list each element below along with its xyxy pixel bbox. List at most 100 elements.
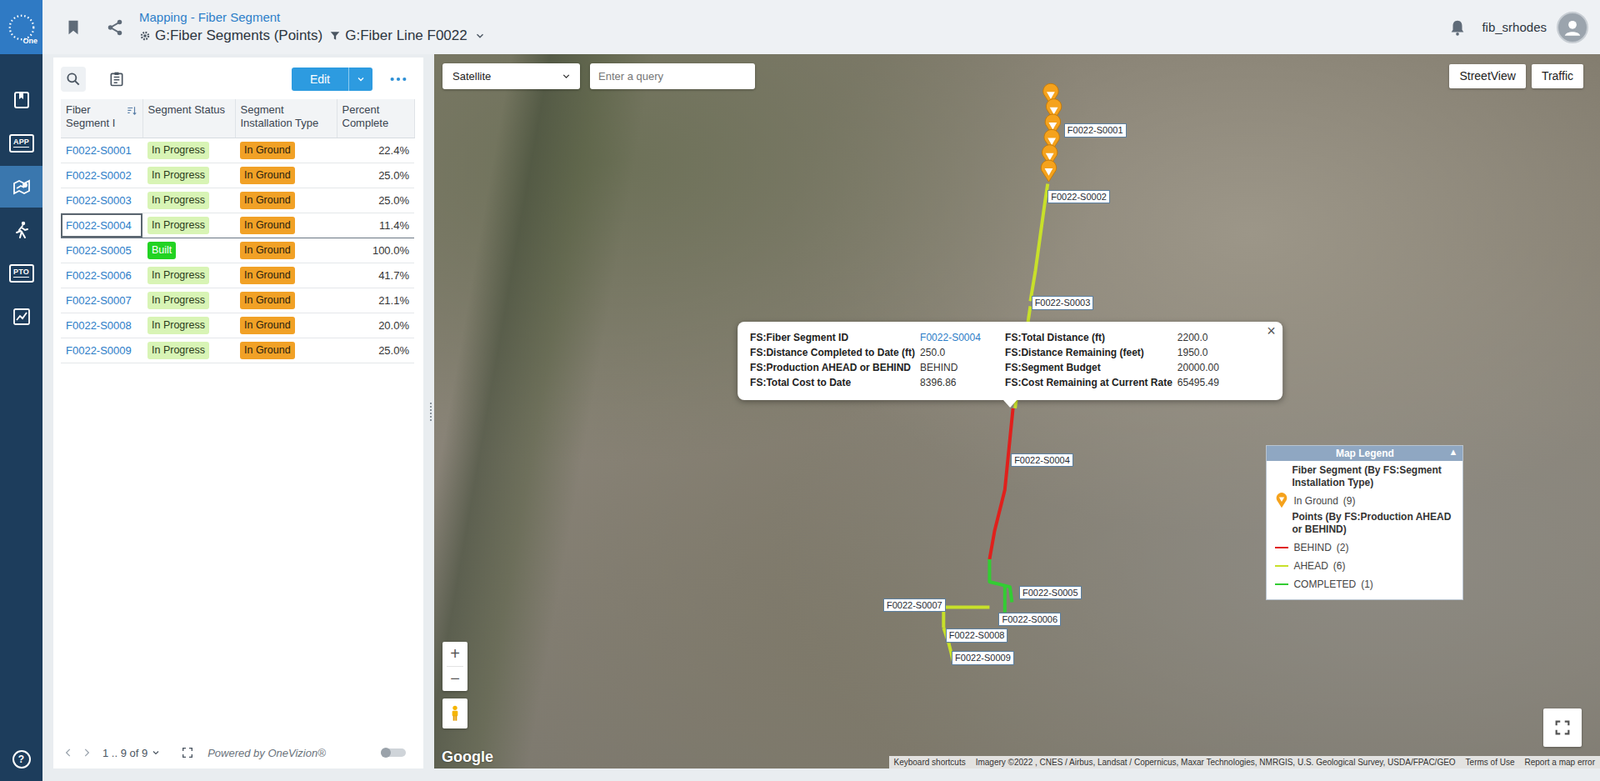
column-header[interactable]: Percent Complete — [336, 99, 415, 139]
segment-id-cell[interactable]: F0022-S0009 — [60, 338, 143, 364]
type-cell[interactable]: In Ground — [235, 188, 337, 214]
attribution-item[interactable]: Report a map error — [1520, 755, 1600, 769]
page-title[interactable]: Mapping - Fiber Segment — [139, 10, 486, 25]
column-header[interactable]: Fiber Segment I — [60, 99, 143, 139]
segment-id-link[interactable]: F0022-S0007 — [65, 294, 132, 307]
segment-label[interactable]: F0022-S0009 — [951, 650, 1015, 665]
status-cell[interactable]: In Progress — [142, 313, 235, 339]
status-cell[interactable]: In Progress — [142, 288, 235, 314]
chevron-right-icon[interactable] — [80, 746, 93, 759]
percent-cell[interactable]: 25.0% — [336, 163, 415, 189]
segment-id-cell[interactable]: F0022-S0002 — [60, 163, 143, 189]
percent-cell[interactable]: 100.0% — [336, 238, 415, 264]
nav-item[interactable] — [0, 295, 43, 338]
map-query-input[interactable] — [590, 63, 755, 90]
google-logo[interactable]: Google — [441, 748, 494, 766]
status-cell[interactable]: In Progress — [142, 263, 235, 289]
zoom-out-button[interactable]: − — [442, 666, 468, 691]
table-row[interactable]: F0022-S0005BuiltIn Ground100.0% — [60, 238, 415, 264]
page-range[interactable]: 1 .. 9 of 9 — [102, 746, 148, 760]
segment-label[interactable]: F0022-S0008 — [945, 628, 1009, 643]
attribution-item[interactable]: Keyboard shortcuts — [889, 755, 971, 769]
legend-toggle[interactable]: ▲ — [1449, 446, 1459, 457]
segment-id-cell[interactable]: F0022-S0001 — [60, 138, 143, 164]
segment-id-link[interactable]: F0022-S0002 — [65, 169, 132, 182]
segment-line[interactable] — [989, 408, 1013, 560]
segment-line[interactable] — [1003, 586, 1007, 613]
expand-icon[interactable] — [180, 745, 195, 760]
map-pin-icon[interactable] — [1040, 160, 1056, 182]
segment-id-link[interactable]: F0022-S0008 — [65, 319, 132, 332]
type-cell[interactable]: In Ground — [235, 338, 337, 364]
report-button[interactable] — [104, 66, 130, 92]
legend-item[interactable]: In Ground(9) — [1275, 492, 1456, 510]
segment-line[interactable] — [943, 607, 990, 628]
view-name[interactable]: G:Fiber Segments (Points) — [155, 27, 323, 45]
edit-dropdown[interactable] — [348, 67, 373, 91]
edit-button[interactable]: Edit — [291, 67, 373, 91]
segment-label[interactable]: F0022-S0005 — [1019, 585, 1082, 600]
percent-cell[interactable]: 11.4% — [336, 213, 415, 239]
status-cell[interactable]: In Progress — [142, 338, 235, 364]
status-cell[interactable]: In Progress — [142, 138, 235, 164]
search-button[interactable] — [60, 66, 86, 92]
segment-id-link[interactable]: F0022-S0005 — [65, 244, 132, 257]
segment-id-cell[interactable]: F0022-S0008 — [60, 313, 143, 339]
more-icon[interactable] — [389, 75, 408, 83]
percent-cell[interactable]: 22.4% — [336, 138, 415, 164]
chevron-down-icon[interactable] — [474, 30, 486, 42]
percent-cell[interactable]: 25.0% — [336, 188, 415, 214]
nav-item[interactable] — [0, 165, 43, 208]
segment-label[interactable]: F0022-S0003 — [1031, 295, 1095, 310]
nav-item[interactable] — [0, 209, 43, 251]
help-button[interactable]: ? — [0, 744, 43, 775]
avatar[interactable] — [1556, 11, 1589, 44]
share-icon[interactable] — [105, 18, 125, 37]
panel-splitter[interactable] — [426, 54, 435, 769]
column-header[interactable]: Segment Installation Type — [235, 99, 337, 139]
user-name[interactable]: fib_srhodes — [1481, 20, 1547, 35]
legend-header[interactable]: Map Legend▲ — [1266, 445, 1463, 461]
status-cell[interactable]: In Progress — [142, 163, 235, 189]
type-cell[interactable]: In Ground — [235, 138, 337, 164]
segment-id-link[interactable]: F0022-S0004 — [65, 219, 132, 232]
map-canvas[interactable]: F0022-S0001 F0022-S0002 F0022-S0003 F0022-S… — [434, 54, 1600, 769]
logo[interactable]: One — [0, 0, 43, 55]
nav-item[interactable]: APP — [0, 122, 43, 165]
filter-name[interactable]: G:Fiber Line F0022 — [345, 27, 467, 45]
toggle-switch[interactable] — [380, 748, 406, 757]
pegman-button[interactable] — [442, 698, 468, 729]
type-cell[interactable]: In Ground — [235, 163, 337, 189]
table-row[interactable]: F0022-S0009 In ProgressIn Ground25.0% — [60, 338, 415, 364]
segment-id-link[interactable]: F0022-S0001 — [65, 144, 132, 157]
type-cell[interactable]: In Ground — [235, 288, 337, 314]
bell-icon[interactable] — [1448, 18, 1467, 37]
percent-cell[interactable]: 21.1% — [336, 288, 415, 314]
zoom-in-button[interactable]: + — [442, 641, 468, 666]
sort-icon[interactable] — [125, 105, 138, 117]
segment-id-link[interactable]: F0022-S0003 — [65, 194, 132, 207]
legend-item[interactable]: AHEAD(6) — [1275, 557, 1456, 575]
segment-label[interactable]: F0022-S0001 — [1064, 123, 1127, 138]
table-row[interactable]: F0022-S0001 In ProgressIn Ground22.4% — [60, 138, 415, 164]
nav-item[interactable]: PTO — [0, 252, 43, 295]
percent-cell[interactable]: 25.0% — [336, 338, 415, 364]
segment-id-cell[interactable]: F0022-S0003 — [60, 188, 143, 214]
type-cell[interactable]: In Ground — [235, 213, 337, 239]
type-cell[interactable]: In Ground — [235, 263, 337, 289]
segment-id-cell[interactable]: F0022-S0007 — [60, 288, 143, 314]
percent-cell[interactable]: 41.7% — [336, 263, 415, 289]
chevron-left-icon[interactable] — [62, 746, 75, 759]
segment-label[interactable]: F0022-S0002 — [1047, 190, 1110, 205]
table-row[interactable]: F0022-S0004 In ProgressIn Ground11.4% — [60, 213, 415, 239]
type-cell[interactable]: In Ground — [235, 238, 337, 264]
map-type-select[interactable]: Satellite — [442, 63, 580, 90]
status-cell[interactable]: In Progress — [142, 213, 235, 239]
segment-id-cell[interactable]: F0022-S0004 — [60, 213, 143, 239]
segment-label[interactable]: F0022-S0004 — [1010, 453, 1074, 468]
table-row[interactable]: F0022-S0002 In ProgressIn Ground25.0% — [60, 163, 415, 189]
popup-close-button[interactable]: × — [1266, 323, 1276, 339]
segment-id-cell[interactable]: F0022-S0005 — [60, 238, 143, 264]
segment-id-link[interactable]: F0022-S0009 — [65, 344, 132, 357]
segment-id-cell[interactable]: F0022-S0006 — [60, 263, 143, 289]
